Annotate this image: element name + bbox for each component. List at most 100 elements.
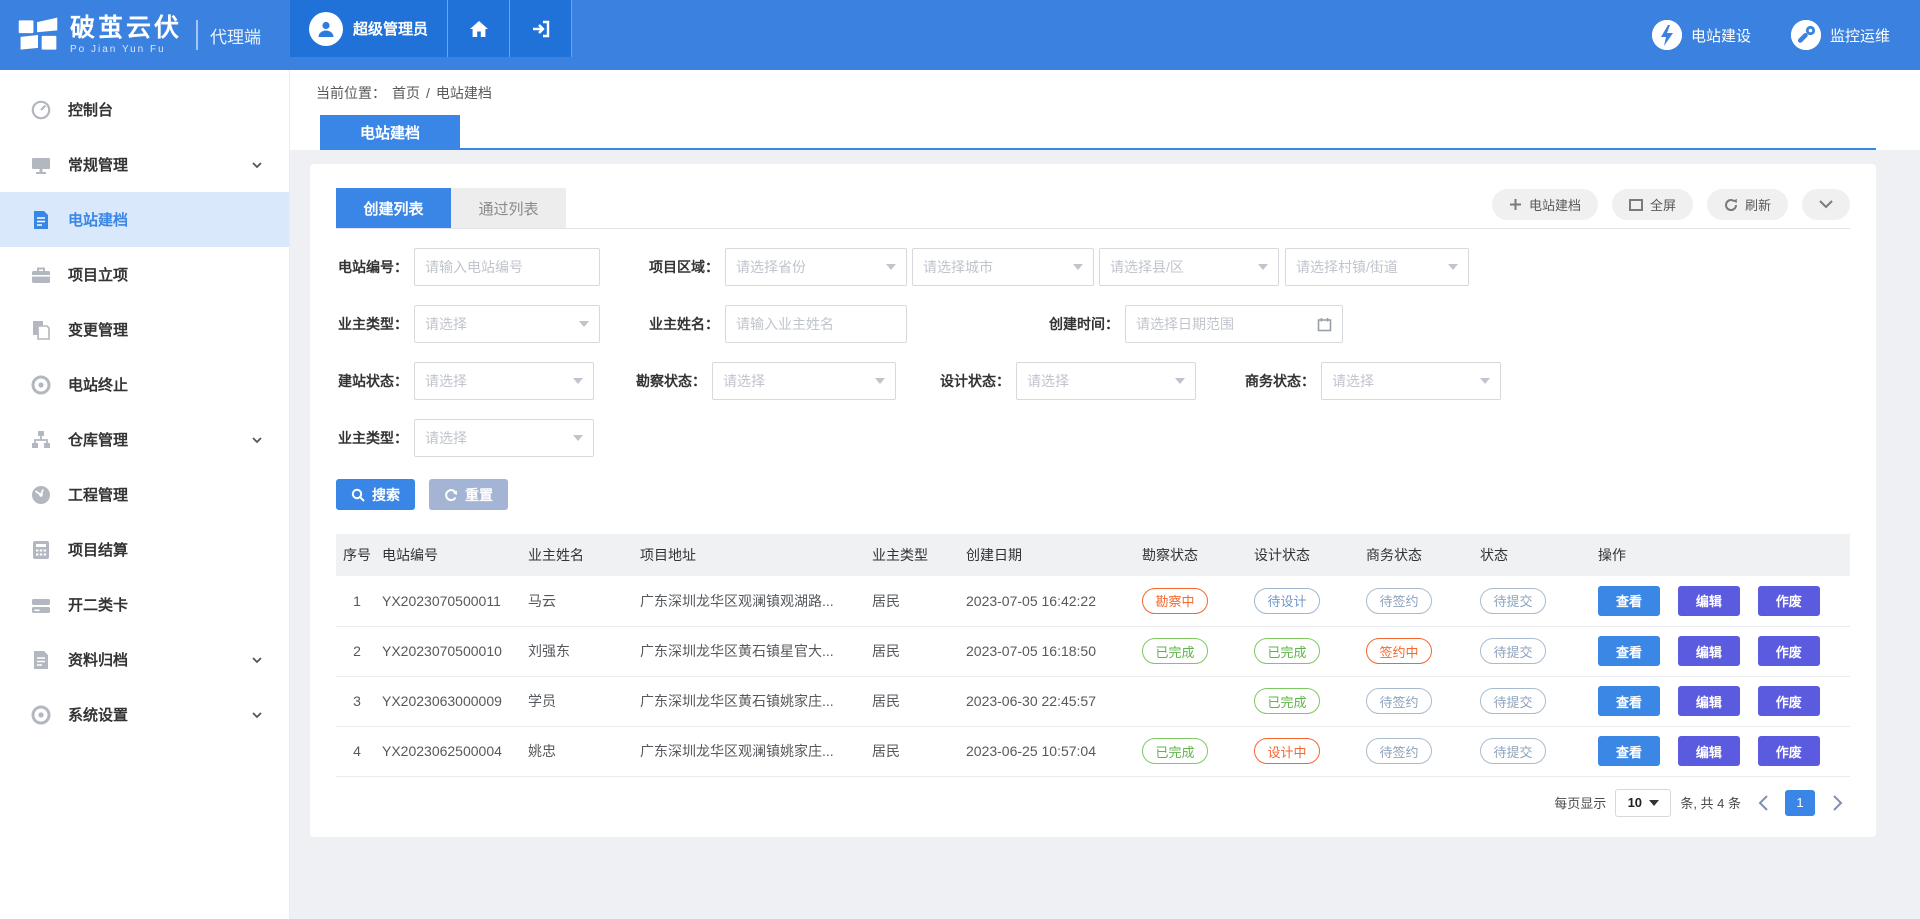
table-row: 3 YX2023063000009 学员 广东深圳龙华区黄石镇姚家庄... 居民… xyxy=(336,676,1850,726)
sidebar-item-change-management[interactable]: 变更管理 xyxy=(0,302,289,357)
sidebar-item-data-archive[interactable]: 资料归档 xyxy=(0,632,289,687)
calendar-icon xyxy=(1317,317,1332,332)
home-button[interactable] xyxy=(448,0,510,57)
view-button[interactable]: 查看 xyxy=(1598,736,1660,766)
view-button[interactable]: 查看 xyxy=(1598,686,1660,716)
tab-passed-list[interactable]: 通过列表 xyxy=(451,188,566,228)
date-range-input[interactable]: 请选择日期范围 xyxy=(1125,305,1343,343)
create-station-button[interactable]: 电站建档 xyxy=(1492,189,1598,220)
filter-create-time: 创建时间： 请选择日期范围 xyxy=(1047,305,1343,343)
fullscreen-icon xyxy=(1629,199,1643,211)
logout-button[interactable] xyxy=(510,0,572,57)
panel-actions: 电站建档 全屏 刷新 xyxy=(1492,189,1850,228)
city-select[interactable]: 请选择城市 xyxy=(912,248,1094,286)
filter-station-code: 电站编号： xyxy=(336,248,600,286)
sidebar-item-label: 电站建档 xyxy=(68,209,263,230)
cell-owner: 姚忠 xyxy=(524,726,636,776)
sidebar-item-station-filing[interactable]: 电站建档 xyxy=(0,192,289,247)
username: 超级管理员 xyxy=(353,18,428,39)
edit-button[interactable]: 编辑 xyxy=(1678,636,1740,666)
void-button[interactable]: 作废 xyxy=(1758,686,1820,716)
owner-name-input[interactable] xyxy=(725,305,907,343)
next-page-button[interactable] xyxy=(1824,790,1850,816)
sidebar-item-warehouse-management[interactable]: 仓库管理 xyxy=(0,412,289,467)
filter-region: 项目区域： 请选择省份 请选择城市 请选择县/区 请选择村镇/街道 xyxy=(647,248,1469,286)
void-button[interactable]: 作废 xyxy=(1758,636,1820,666)
sidebar: 控制台 常规管理 电站建档 项目立项 变更管理 xyxy=(0,70,290,919)
station-code-input[interactable] xyxy=(414,248,600,286)
cell-no: 4 xyxy=(336,726,378,776)
caret-down-icon xyxy=(579,321,589,327)
sidebar-item-station-termination[interactable]: 电站终止 xyxy=(0,357,289,412)
collapse-button[interactable] xyxy=(1802,189,1850,220)
filter-design-status: 设计状态： 请选择 xyxy=(938,362,1196,400)
user-menu[interactable]: 超级管理员 xyxy=(290,0,448,57)
fullscreen-button[interactable]: 全屏 xyxy=(1612,189,1693,220)
prev-page-button[interactable] xyxy=(1750,790,1776,816)
col-code: 电站编号 xyxy=(378,534,524,576)
refresh-button[interactable]: 刷新 xyxy=(1707,189,1788,220)
county-select[interactable]: 请选择县/区 xyxy=(1099,248,1279,286)
void-button[interactable]: 作废 xyxy=(1758,586,1820,616)
reset-button[interactable]: 重置 xyxy=(429,479,508,510)
breadcrumb-home[interactable]: 首页 xyxy=(392,83,420,103)
per-page-select[interactable]: 10 xyxy=(1615,789,1671,817)
cell-type: 居民 xyxy=(868,626,962,676)
col-type: 业主类型 xyxy=(868,534,962,576)
view-button[interactable]: 查看 xyxy=(1598,586,1660,616)
cell-type: 居民 xyxy=(868,576,962,626)
sidebar-item-system-settings[interactable]: 系统设置 xyxy=(0,687,289,742)
briefcase-icon xyxy=(30,264,52,286)
page-number-current[interactable]: 1 xyxy=(1785,790,1815,816)
view-button[interactable]: 查看 xyxy=(1598,636,1660,666)
chevron-down-icon xyxy=(1819,200,1833,209)
town-select[interactable]: 请选择村镇/街道 xyxy=(1285,248,1469,286)
sidebar-item-label: 工程管理 xyxy=(68,484,263,505)
search-button[interactable]: 搜索 xyxy=(336,479,415,510)
filter-row-3: 建站状态： 请选择 勘察状态： 请选择 设计状态： 请选择 商务状态： 请选择 xyxy=(336,362,1850,400)
filter-survey-status: 勘察状态： 请选择 xyxy=(634,362,896,400)
sitemap-icon xyxy=(30,429,52,451)
build-status-select[interactable]: 请选择 xyxy=(414,362,594,400)
design-status-label: 设计状态： xyxy=(938,371,1010,391)
home-icon xyxy=(467,17,491,41)
total-count-label: 条, 共 4 条 xyxy=(1680,793,1741,812)
survey-status-badge: 已完成 xyxy=(1142,638,1208,664)
sidebar-item-engineering-management[interactable]: 工程管理 xyxy=(0,467,289,522)
meter-icon xyxy=(30,484,52,506)
logout-icon xyxy=(529,17,553,41)
sidebar-item-label: 变更管理 xyxy=(68,319,263,340)
page-tab-station-filing[interactable]: 电站建档 xyxy=(320,115,460,150)
chevron-down-icon xyxy=(251,654,263,666)
business-status-badge: 待签约 xyxy=(1366,738,1432,764)
sidebar-item-label: 项目结算 xyxy=(68,539,263,560)
edit-button[interactable]: 编辑 xyxy=(1678,586,1740,616)
tab-create-list[interactable]: 创建列表 xyxy=(336,188,451,228)
panel-header: 创建列表 通过列表 电站建档 全屏 刷新 xyxy=(336,188,1850,229)
sidebar-item-console[interactable]: 控制台 xyxy=(0,82,289,137)
edit-button[interactable]: 编辑 xyxy=(1678,736,1740,766)
target-icon xyxy=(30,374,52,396)
nav-station-construction[interactable]: 电站建设 xyxy=(1652,20,1751,50)
user-icon xyxy=(315,18,337,40)
owner-type2-label: 业主类型： xyxy=(336,428,408,448)
design-status-select[interactable]: 请选择 xyxy=(1016,362,1196,400)
col-address: 项目地址 xyxy=(636,534,868,576)
cell-no: 1 xyxy=(336,576,378,626)
nav-monitoring-ops[interactable]: 监控运维 xyxy=(1791,20,1890,50)
sidebar-item-type2-card[interactable]: 开二类卡 xyxy=(0,577,289,632)
province-select[interactable]: 请选择省份 xyxy=(725,248,907,286)
business-status-select[interactable]: 请选择 xyxy=(1321,362,1501,400)
refresh-icon xyxy=(1724,198,1738,212)
owner-type-select[interactable]: 请选择 xyxy=(414,305,600,343)
sidebar-item-project-initiation[interactable]: 项目立项 xyxy=(0,247,289,302)
survey-status-select[interactable]: 请选择 xyxy=(712,362,896,400)
sidebar-item-general-management[interactable]: 常规管理 xyxy=(0,137,289,192)
void-button[interactable]: 作废 xyxy=(1758,736,1820,766)
edit-button[interactable]: 编辑 xyxy=(1678,686,1740,716)
archive-icon xyxy=(30,649,52,671)
owner-type2-select[interactable]: 请选择 xyxy=(414,419,594,457)
plus-icon xyxy=(1509,198,1522,211)
caret-down-icon xyxy=(1175,378,1185,384)
sidebar-item-project-settlement[interactable]: 项目结算 xyxy=(0,522,289,577)
